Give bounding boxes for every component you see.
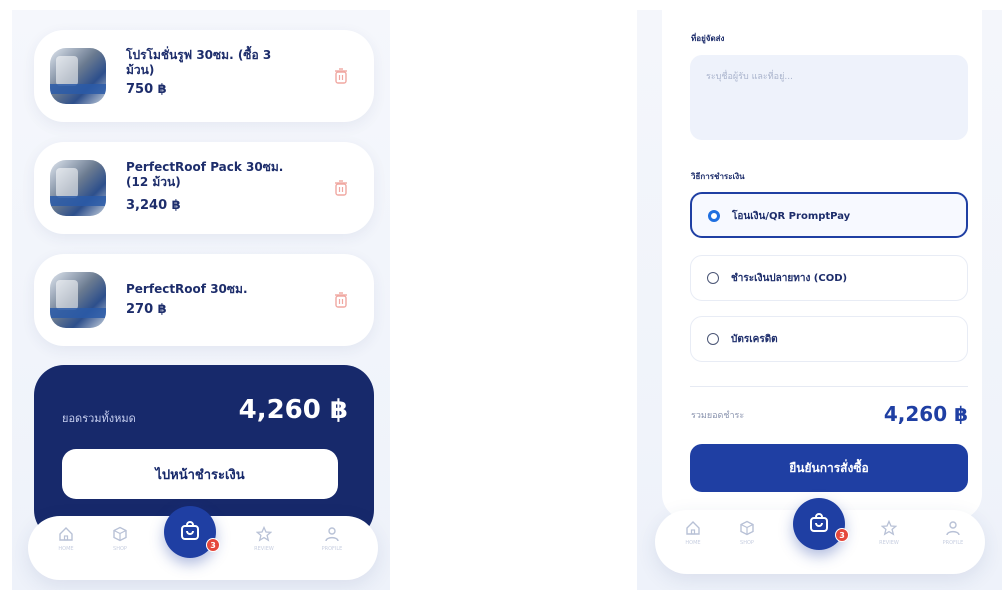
payment-option-label: โอนเงิน/QR PromptPay bbox=[732, 211, 851, 222]
trash-icon[interactable] bbox=[334, 180, 348, 196]
nav-item-cart[interactable] bbox=[793, 498, 845, 550]
address-label: ที่อยู่จัดส่ง bbox=[691, 34, 725, 43]
nav-item-review[interactable]: REVIEW bbox=[244, 526, 284, 552]
cart-item: PerfectRoof Pack 30ซม. (12 ม้วน) 3,240 ฿ bbox=[34, 142, 374, 234]
nav-item-shop[interactable]: SHOP bbox=[100, 526, 140, 552]
divider bbox=[690, 386, 968, 387]
nav-item-review[interactable]: REVIEW bbox=[869, 520, 909, 546]
item-name: PerfectRoof Pack 30ซม. (12 ม้วน) bbox=[126, 160, 284, 189]
payment-option-label: บัตรเครดิต bbox=[731, 334, 778, 345]
bag-icon bbox=[181, 521, 199, 540]
goto-payment-button[interactable]: ไปหน้าชำระเงิน bbox=[62, 449, 338, 499]
product-thumbnail bbox=[50, 160, 106, 216]
nav-item-home[interactable]: HOME bbox=[673, 520, 713, 546]
nav-label: REVIEW bbox=[254, 546, 274, 552]
cart-screen: โปรโมชั่นรูฟ 30ซม. (ซื้อ 3 ม้วน) 750 ฿ P… bbox=[12, 10, 390, 590]
nav-item-profile[interactable]: PROFILE bbox=[312, 526, 352, 552]
item-price: 3,240 ฿ bbox=[126, 198, 181, 213]
confirm-order-button[interactable]: ยืนยันการสั่งซื้อ bbox=[690, 444, 968, 492]
total-label: ยอดรวมทั้งหมด bbox=[62, 412, 136, 425]
user-icon bbox=[325, 527, 339, 542]
trash-icon[interactable] bbox=[334, 68, 348, 84]
radio-selected-icon[interactable] bbox=[708, 210, 720, 222]
item-name: โปรโมชั่นรูฟ 30ซม. (ซื้อ 3 ม้วน) bbox=[126, 48, 272, 77]
cart-badge: 3 bbox=[206, 538, 220, 552]
checkout-screen: ที่อยู่จัดส่ง วิธีการชำระเงิน โอนเงิน/QR… bbox=[637, 10, 1002, 590]
radio-icon[interactable] bbox=[707, 272, 719, 284]
item-price: 270 ฿ bbox=[126, 302, 167, 317]
nav-label: REVIEW bbox=[879, 540, 899, 546]
address-textarea[interactable] bbox=[690, 55, 968, 140]
total-value: 4,260 ฿ bbox=[238, 395, 348, 425]
star-icon bbox=[881, 520, 897, 536]
summary-value: 4,260 ฿ bbox=[883, 402, 968, 426]
radio-icon[interactable] bbox=[707, 333, 719, 345]
cart-item: PerfectRoof 30ซม. 270 ฿ bbox=[34, 254, 374, 346]
summary-label: รวมยอดชำระ bbox=[691, 411, 745, 421]
home-icon bbox=[686, 521, 700, 535]
trash-icon[interactable] bbox=[334, 292, 348, 308]
payment-option-cod[interactable]: ชำระเงินปลายทาง (COD) bbox=[690, 255, 968, 301]
nav-label: HOME bbox=[58, 546, 74, 552]
bag-icon bbox=[810, 513, 828, 532]
cart-badge: 3 bbox=[835, 528, 849, 542]
nav-label: PROFILE bbox=[321, 546, 343, 552]
nav-item-shop[interactable]: SHOP bbox=[727, 520, 767, 546]
box-icon bbox=[740, 520, 754, 536]
payment-label: วิธีการชำระเงิน bbox=[691, 172, 745, 181]
cart-item: โปรโมชั่นรูฟ 30ซม. (ซื้อ 3 ม้วน) 750 ฿ bbox=[34, 30, 374, 122]
nav-item-profile[interactable]: PROFILE bbox=[933, 520, 973, 546]
box-icon bbox=[113, 526, 127, 542]
nav-label: HOME bbox=[685, 540, 701, 546]
payment-option-label: ชำระเงินปลายทาง (COD) bbox=[731, 273, 848, 284]
payment-option-credit-card[interactable]: บัตรเครดิต bbox=[690, 316, 968, 362]
item-price: 750 ฿ bbox=[126, 82, 167, 97]
product-thumbnail bbox=[50, 272, 106, 328]
nav-label: SHOP bbox=[740, 540, 754, 546]
user-icon bbox=[946, 521, 960, 536]
item-name: PerfectRoof 30ซม. bbox=[126, 282, 248, 296]
home-icon bbox=[59, 527, 73, 541]
payment-option-promptpay[interactable]: โอนเงิน/QR PromptPay bbox=[690, 192, 968, 238]
star-icon bbox=[256, 526, 272, 542]
product-thumbnail bbox=[50, 48, 106, 104]
nav-item-home[interactable]: HOME bbox=[46, 526, 86, 552]
nav-label: SHOP bbox=[113, 546, 127, 552]
nav-label: PROFILE bbox=[942, 540, 964, 546]
